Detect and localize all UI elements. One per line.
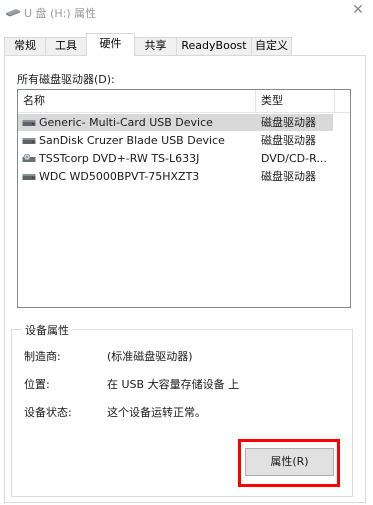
device-name: TSSTcorp DVD+-RW TS-L633J — [39, 152, 200, 165]
location-label: 位置: — [24, 378, 50, 391]
location-value: 在 USB 大容量存储设备 上 — [107, 378, 240, 391]
window-title: U 盘 (H:) 属性 — [24, 7, 97, 20]
usb-drive-icon — [6, 9, 20, 17]
close-icon: ✕ — [352, 2, 364, 18]
device-type: 磁盘驱动器 — [261, 134, 316, 147]
tab-general[interactable]: 常规 — [4, 37, 46, 55]
list-item[interactable]: TSSTcorp DVD+-RW TS-L633J DVD/CD-R... — [18, 150, 350, 167]
device-type: DVD/CD-R... — [261, 152, 327, 165]
disk-drive-icon — [22, 120, 36, 126]
tab-readyboost[interactable]: ReadyBoost — [176, 37, 252, 55]
column-divider[interactable] — [334, 90, 335, 112]
manufacturer-label: 制造商: — [24, 350, 61, 363]
device-list[interactable]: 名称 类型 Generic- Multi-Card USB Device 磁盘驱… — [17, 89, 351, 308]
device-name: SanDisk Cruzer Blade USB Device — [39, 134, 225, 147]
status-value: 这个设备运转正常。 — [107, 406, 206, 419]
close-button[interactable]: ✕ — [343, 0, 373, 22]
device-type: 磁盘驱动器 — [261, 170, 316, 183]
manufacturer-value: (标准磁盘驱动器) — [107, 350, 193, 363]
list-item[interactable]: WDC WD5000BPVT-75HXZT3 磁盘驱动器 — [18, 168, 350, 185]
device-name: Generic- Multi-Card USB Device — [39, 116, 213, 129]
status-label: 设备状态: — [24, 406, 72, 419]
column-type[interactable]: 类型 — [256, 90, 334, 112]
list-header: 名称 类型 — [18, 90, 350, 113]
disk-drive-icon — [22, 138, 36, 144]
device-type: 磁盘驱动器 — [261, 116, 316, 129]
list-item[interactable]: Generic- Multi-Card USB Device 磁盘驱动器 — [18, 114, 350, 131]
device-properties-title: 设备属性 — [22, 322, 72, 338]
tab-strip: 常规 工具 硬件 共享 ReadyBoost 自定义 — [4, 33, 366, 56]
list-item[interactable]: SanDisk Cruzer Blade USB Device 磁盘驱动器 — [18, 132, 350, 149]
column-name[interactable]: 名称 — [18, 90, 255, 112]
drives-label: 所有磁盘驱动器(D): — [17, 73, 115, 86]
tab-customize[interactable]: 自定义 — [251, 37, 292, 55]
title-bar: U 盘 (H:) 属性 ✕ — [0, 0, 373, 26]
tab-sharing[interactable]: 共享 — [134, 37, 177, 55]
tab-hardware[interactable]: 硬件 — [86, 33, 135, 56]
disk-drive-icon — [22, 174, 36, 180]
properties-button[interactable]: 属性(R) — [245, 448, 334, 476]
optical-drive-icon — [22, 154, 36, 162]
tab-tools[interactable]: 工具 — [45, 37, 87, 55]
device-name: WDC WD5000BPVT-75HXZT3 — [39, 170, 200, 183]
